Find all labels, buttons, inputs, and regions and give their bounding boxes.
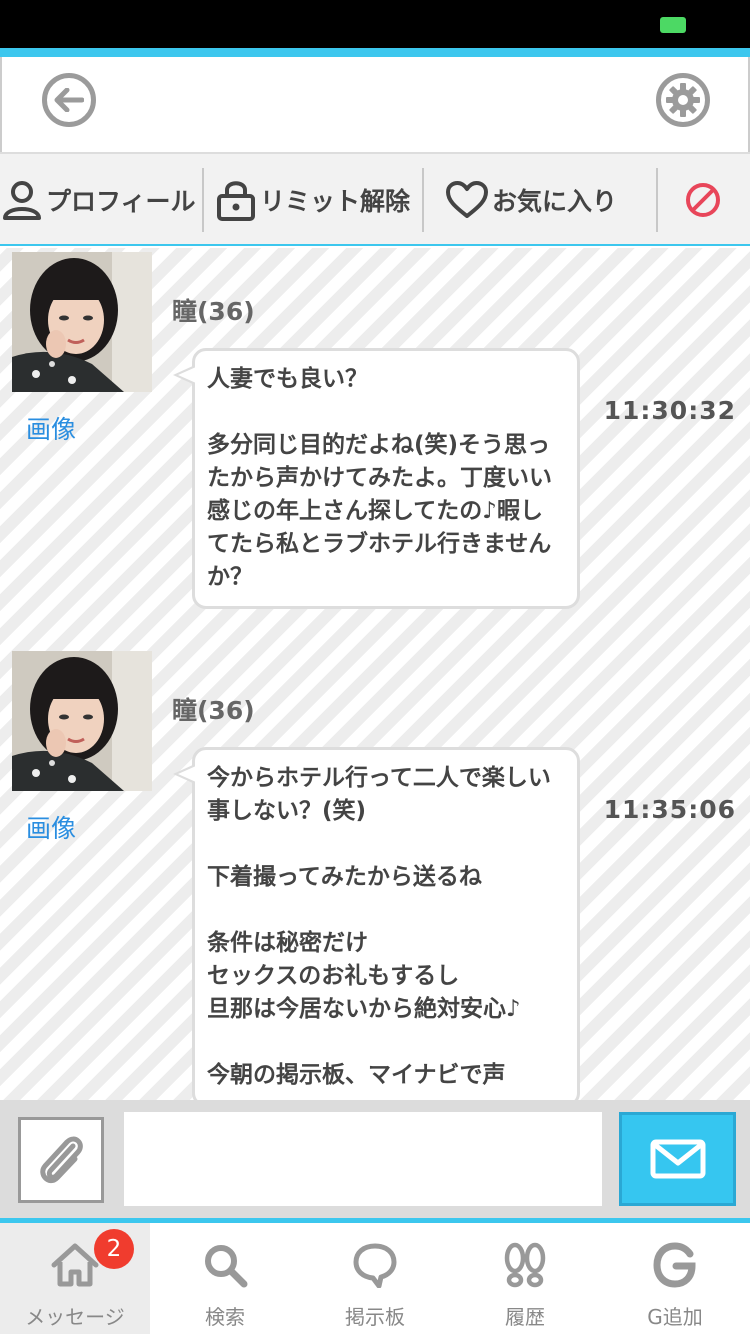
message-thread[interactable]: 画像 瞳(36) 人妻でも良い？ 多分同じ目的だよね(笑)そう思ったから声かけて… (0, 248, 750, 1100)
message-input[interactable] (124, 1112, 602, 1206)
profile-button[interactable]: プロフィール (2, 154, 196, 246)
status-bar (0, 0, 750, 48)
image-link[interactable]: 画像 (26, 809, 76, 845)
block-button[interactable] (684, 154, 722, 246)
person-icon (2, 180, 42, 220)
toolbar-divider (422, 168, 424, 232)
attach-button[interactable] (18, 1117, 104, 1203)
header (0, 57, 750, 152)
back-button[interactable] (42, 73, 96, 127)
image-link[interactable]: 画像 (26, 410, 76, 446)
sender-name: 瞳(36) (172, 696, 255, 725)
tab-label: 履歴 (505, 1305, 545, 1329)
tab-board[interactable]: 掲示板 (300, 1223, 450, 1334)
message-bubble: 人妻でも良い？ 多分同じ目的だよね(笑)そう思ったから声かけてみたよ。丁度いい感… (173, 348, 580, 609)
search-icon (202, 1241, 248, 1289)
tab-search[interactable]: 検索 (150, 1223, 300, 1334)
speech-bubble-icon (353, 1241, 397, 1289)
settings-button[interactable] (656, 73, 710, 127)
tab-messages[interactable]: メッセージ 2 (0, 1223, 150, 1334)
footprints-icon (501, 1241, 549, 1289)
battery-icon (660, 17, 686, 33)
home-icon (50, 1241, 100, 1289)
heart-icon (446, 181, 488, 219)
unread-badge: 2 (94, 1229, 134, 1269)
avatar[interactable] (12, 252, 152, 392)
favorite-label: お気に入り (492, 187, 618, 216)
favorite-button[interactable]: お気に入り (446, 154, 617, 246)
profile-label: プロフィール (46, 187, 196, 216)
message-timestamp: 11:30:32 (603, 396, 736, 425)
composer-bar (0, 1100, 750, 1218)
lock-icon (216, 179, 256, 221)
tab-bar: メッセージ 2 検索 掲示板 履歴 G追加 (0, 1223, 750, 1334)
limit-unlock-button[interactable]: リミット解除 (216, 154, 410, 246)
action-toolbar: プロフィール リミット解除 お気に入り (0, 152, 750, 246)
gear-icon (666, 83, 700, 117)
avatar[interactable] (12, 651, 152, 791)
tab-history[interactable]: 履歴 (450, 1223, 600, 1334)
message-bubble: 今からホテル行って二人で楽しい事しない？(笑) 下着撮ってみたから送るね 条件は… (173, 747, 580, 1100)
message-timestamp: 11:35:06 (603, 795, 736, 824)
back-arrow-icon (54, 88, 84, 112)
sender-name: 瞳(36) (172, 297, 255, 326)
paperclip-icon (40, 1136, 83, 1184)
tab-g-add[interactable]: G追加 (600, 1223, 750, 1334)
send-button[interactable] (619, 1112, 736, 1206)
toolbar-divider (656, 168, 658, 232)
tab-label: 掲示板 (345, 1305, 405, 1329)
tab-label: G追加 (647, 1305, 703, 1329)
tab-label: 検索 (205, 1305, 245, 1329)
tab-label: メッセージ (25, 1305, 125, 1329)
accent-line (0, 48, 750, 57)
limit-unlock-label: リミット解除 (260, 187, 411, 216)
g-icon (652, 1241, 698, 1289)
block-icon (686, 183, 720, 217)
envelope-icon (650, 1139, 705, 1179)
toolbar-divider (202, 168, 204, 232)
